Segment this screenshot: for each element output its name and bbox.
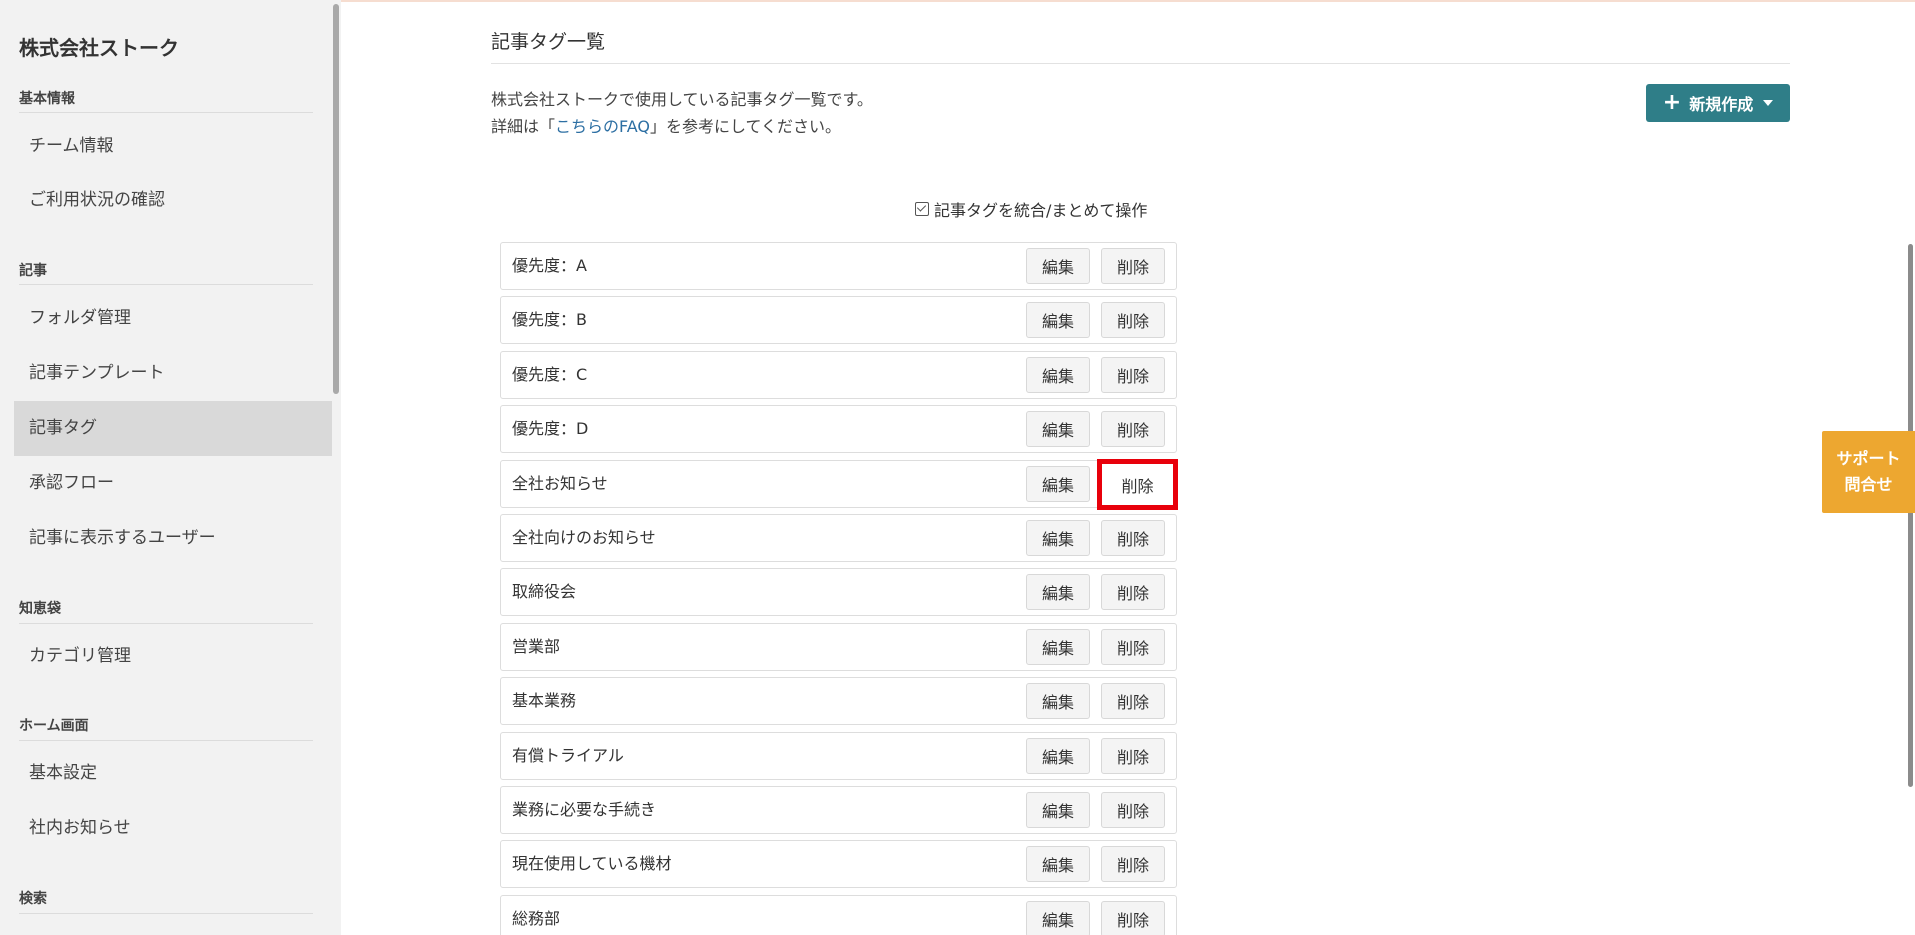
section-label-search: 検索 xyxy=(19,891,47,907)
delete-button[interactable]: 削除 xyxy=(1101,901,1165,935)
sidebar-item-display-users[interactable]: 記事に表示するユーザー xyxy=(14,511,332,566)
table-row: 有償トライアル 編集 削除 xyxy=(500,732,1177,780)
edit-button[interactable]: 編集 xyxy=(1026,520,1090,556)
sidebar-item-internal-news[interactable]: 社内お知らせ xyxy=(14,801,332,856)
edit-button[interactable]: 編集 xyxy=(1026,629,1090,665)
delete-button[interactable]: 削除 xyxy=(1101,302,1165,338)
delete-button[interactable]: 削除 xyxy=(1101,629,1165,665)
tag-name: 総務部 xyxy=(512,909,561,928)
edit-button[interactable]: 編集 xyxy=(1026,901,1090,935)
description-suffix: 」を参考にしてください。 xyxy=(650,117,842,136)
sidebar-item-article-tags[interactable]: 記事タグ xyxy=(14,401,332,456)
merge-tags-link[interactable]: 記事タグを統合/まとめて操作 xyxy=(915,197,1147,221)
table-row: 優先度：D 編集 削除 xyxy=(500,405,1177,453)
tag-name: 優先度：B xyxy=(512,310,587,329)
merge-tags-label: 記事タグを統合/まとめて操作 xyxy=(934,201,1148,220)
delete-button[interactable]: 削除 xyxy=(1097,459,1178,510)
sidebar-item-categories[interactable]: カテゴリ管理 xyxy=(14,629,332,684)
section-label-chiebukuro: 知恵袋 xyxy=(19,601,61,617)
table-row: 営業部 編集 削除 xyxy=(500,623,1177,671)
edit-button[interactable]: 編集 xyxy=(1026,466,1090,502)
delete-button[interactable]: 削除 xyxy=(1101,574,1165,610)
table-row: 優先度：C 編集 削除 xyxy=(500,351,1177,399)
company-name: 株式会社ストーク xyxy=(19,36,179,60)
faq-link[interactable]: こちらのFAQ xyxy=(555,117,650,136)
table-row: 優先度：A 編集 削除 xyxy=(500,242,1177,290)
section-divider xyxy=(19,913,313,914)
description-prefix: 詳細は「 xyxy=(491,117,556,136)
sidebar-item-approval-flow[interactable]: 承認フロー xyxy=(14,456,332,511)
edit-button[interactable]: 編集 xyxy=(1026,248,1090,284)
edit-button[interactable]: 編集 xyxy=(1026,574,1090,610)
edit-button[interactable]: 編集 xyxy=(1026,357,1090,393)
description-line-2: 詳細は「こちらのFAQ」を参考にしてください。 xyxy=(491,113,841,137)
delete-button[interactable]: 削除 xyxy=(1101,683,1165,719)
sidebar: 株式会社ストーク 基本情報 チーム情報 ご利用状況の確認 記事 フォルダ管理 記… xyxy=(0,0,341,935)
title-divider xyxy=(491,63,1790,64)
edit-button[interactable]: 編集 xyxy=(1026,683,1090,719)
table-row: 取締役会 編集 削除 xyxy=(500,568,1177,616)
section-label-articles: 記事 xyxy=(19,263,47,279)
table-row: 全社向けのお知らせ 編集 削除 xyxy=(500,514,1177,562)
delete-button[interactable]: 削除 xyxy=(1101,248,1165,284)
support-line-1: サポート xyxy=(1836,449,1901,468)
table-row: 全社お知らせ 編集 削除 xyxy=(500,459,1178,510)
delete-button[interactable]: 削除 xyxy=(1101,792,1165,828)
table-row: 基本業務 編集 削除 xyxy=(500,677,1177,725)
edit-button[interactable]: 編集 xyxy=(1026,738,1090,774)
delete-button[interactable]: 削除 xyxy=(1101,357,1165,393)
chevron-down-icon xyxy=(1763,100,1774,106)
table-row: 総務部 編集 削除 xyxy=(500,895,1177,935)
tag-name: 基本業務 xyxy=(512,691,577,710)
table-row: 業務に必要な手続き 編集 削除 xyxy=(500,786,1177,834)
new-create-button[interactable]: + 新規作成 xyxy=(1646,84,1790,122)
section-divider xyxy=(19,284,313,285)
sidebar-item-folders[interactable]: フォルダ管理 xyxy=(14,291,332,346)
section-divider xyxy=(19,112,313,113)
tag-name: 優先度：A xyxy=(512,256,587,275)
edit-button[interactable]: 編集 xyxy=(1026,411,1090,447)
page-title: 記事タグ一覧 xyxy=(491,31,606,53)
tag-name: 営業部 xyxy=(512,637,561,656)
support-button[interactable]: サポート 問合せ xyxy=(1822,431,1915,513)
delete-button[interactable]: 削除 xyxy=(1101,846,1165,882)
checkbox-icon xyxy=(915,202,929,216)
tag-name: 優先度：C xyxy=(512,365,588,384)
tag-name: 全社お知らせ xyxy=(512,474,608,493)
sidebar-item-team-info[interactable]: チーム情報 xyxy=(14,119,332,174)
tag-name: 優先度：D xyxy=(512,419,589,438)
section-divider xyxy=(19,623,313,624)
section-label-basic: 基本情報 xyxy=(19,91,75,107)
edit-button[interactable]: 編集 xyxy=(1026,846,1090,882)
table-row: 優先度：B 編集 削除 xyxy=(500,296,1177,344)
new-create-label: 新規作成 xyxy=(1689,95,1754,114)
table-row: 現在使用している機材 編集 削除 xyxy=(500,840,1177,888)
sidebar-item-templates[interactable]: 記事テンプレート xyxy=(14,346,332,401)
tag-name: 有償トライアル xyxy=(512,746,624,765)
support-line-2: 問合せ xyxy=(1844,475,1893,494)
tag-name: 取締役会 xyxy=(512,582,577,601)
delete-button[interactable]: 削除 xyxy=(1101,520,1165,556)
section-label-home: ホーム画面 xyxy=(19,718,89,734)
description-line-1: 株式会社ストークで使用している記事タグ一覧です。 xyxy=(491,90,873,109)
sidebar-item-basic-settings[interactable]: 基本設定 xyxy=(14,746,332,801)
edit-button[interactable]: 編集 xyxy=(1026,302,1090,338)
edit-button[interactable]: 編集 xyxy=(1026,792,1090,828)
section-divider xyxy=(19,740,313,741)
plus-icon: + xyxy=(1662,90,1682,115)
sidebar-item-usage[interactable]: ご利用状況の確認 xyxy=(14,173,332,228)
delete-button[interactable]: 削除 xyxy=(1101,738,1165,774)
tag-name: 全社向けのお知らせ xyxy=(512,528,656,547)
tag-name: 現在使用している機材 xyxy=(512,854,672,873)
tag-name: 業務に必要な手続き xyxy=(512,800,657,819)
delete-button[interactable]: 削除 xyxy=(1101,411,1165,447)
main-scrollbar[interactable] xyxy=(1908,244,1913,787)
sidebar-scrollbar[interactable] xyxy=(333,4,339,394)
